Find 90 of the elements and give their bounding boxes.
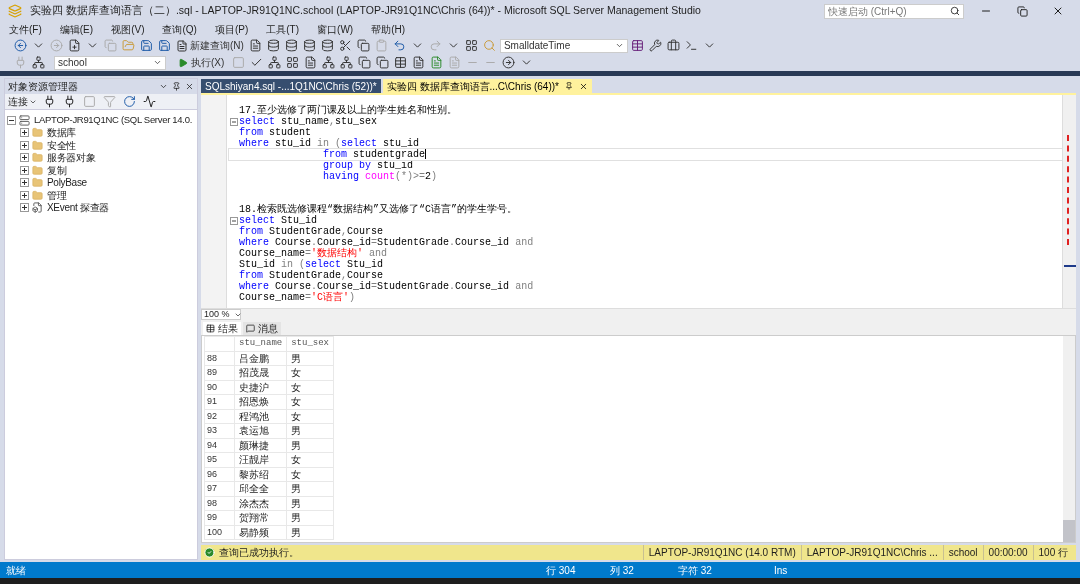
table-cell: 男 [286,510,334,525]
row-number: 95 [204,452,235,467]
table-cell: 女 [286,365,334,380]
table-cell: 男 [286,351,334,366]
status-message: 查询已成功执行。 [219,546,299,560]
menu-item[interactable]: 编辑(E) [54,22,99,37]
table-cell: 女 [286,409,334,424]
code-line: from student [239,127,312,138]
table-cell: 男 [286,481,334,496]
menu-item[interactable]: 项目(P) [209,22,254,37]
code-line: Stu_id in (select Stu_id [239,259,384,270]
row-number: 92 [204,409,235,424]
table-cell: 男 [286,438,334,453]
row-number: 88 [204,351,235,366]
row-number: 98 [204,496,235,511]
result-tab[interactable]: 消息 [243,322,281,335]
code-line: from StudentGrade,Course [239,226,384,237]
table-cell: 汪靓岸 [234,452,287,467]
table-cell: 女 [286,394,334,409]
code-line: select Stu_id [239,215,318,226]
database-dropdown[interactable]: school [54,55,166,70]
code-line: having count(*)>=2) [322,171,438,182]
table-cell: 颜琳捷 [234,438,287,453]
code-line: from StudentGrade,Course [239,270,384,281]
row-number: 94 [204,438,235,453]
comment-text: 17.至少选修了两门课及以上的学生姓名和性别。 [239,105,457,116]
type-dropdown[interactable]: SmalldateTime [499,38,628,53]
status-field: LAPTOP-JR91Q1NC\Chris ... [800,545,943,560]
table-cell: 男 [286,525,334,540]
menu-item[interactable]: 帮助(H) [366,22,411,37]
status-field: school [942,545,983,560]
table-cell: 男 [286,423,334,438]
table-cell: 男 [286,496,334,511]
code-line: where Course.Course_id=StudentGrade.Course_id and [239,281,534,292]
status-item: 列 32 [610,563,635,578]
result-tab[interactable]: 结果 [203,322,241,335]
row-number: 90 [204,380,235,395]
table-cell: 吕金鹏 [234,351,287,366]
execute-button[interactable]: 执行(X) [174,55,229,70]
panel-title: 对象资源管理器 [8,80,78,94]
table-cell: 邱全全 [234,481,287,496]
code-line: Course_name='数据结构' and [239,248,388,259]
table-cell: 程鸿池 [234,409,287,424]
menu-item[interactable]: 视图(V) [106,22,150,37]
menu-item[interactable]: 文件(F) [4,22,47,37]
editor-tab[interactable]: 实验四 数据库查询语言...C\Chris (64))* [382,79,592,93]
status-field: LAPTOP-JR91Q1NC (14.0 RTM) [642,545,801,560]
table-cell: 招茂晟 [234,365,287,380]
window-title: 实验四 数据库查询语言（二）.sql - LAPTOP-JR91Q1NC.school (LAPTOP-JR91Q1NC\Chris (64))* - Microsoft SQL Server Management Studio [30,3,701,19]
table-cell: 女 [286,380,334,395]
code-line: where Course.Course_id=StudentGrade.Course_id and [239,237,534,248]
menu-item[interactable]: 查询(Q) [157,22,202,37]
status-field: 00:00:00 [982,545,1033,560]
editor-tab[interactable]: SQLshiyan4.sql -...1Q1NC\Chris (52))* [201,79,381,93]
column-header: stu_name [234,336,287,351]
table-cell: 袁运旭 [234,423,287,438]
table-cell: 贺翔常 [234,510,287,525]
table-cell: 女 [286,452,334,467]
row-number: 99 [204,510,235,525]
status-item: Ins [774,563,789,578]
menu-item[interactable]: 工具(T) [261,22,305,37]
quick-launch-field[interactable]: 快速启动 (Ctrl+Q) [824,3,964,19]
column-header: stu_sex [286,336,334,351]
row-number: 93 [204,423,235,438]
table-cell: 招恩焕 [234,394,287,409]
row-number: 91 [204,394,235,409]
code-line: group by stu_id [322,160,414,171]
status-item: 字符 32 [678,563,713,578]
table-cell: 涂杰杰 [234,496,287,511]
status-field: 100 行 [1032,545,1073,560]
menu-item[interactable]: 窗口(W) [312,22,359,37]
table-cell: 史捷沪 [234,380,287,395]
tree-item[interactable]: XEvent 探查器 [47,200,110,216]
new-query-button[interactable]: 新建查询(N) [174,38,246,53]
table-cell: 易静频 [234,525,287,540]
table-cell: 黎苏绍 [234,467,287,482]
status-item: 行 304 [546,563,577,578]
code-line: Course_name='C语言') [239,292,356,303]
row-number: 97 [204,481,235,496]
row-number: 96 [204,467,235,482]
row-number: 89 [204,365,235,380]
code-line: select stu_name,stu_sex [239,116,378,127]
table-cell: 女 [286,467,334,482]
code-line: from studentgrade [322,149,427,160]
row-number: 100 [204,525,235,540]
comment-text: 18.检索既选修课程“数据结构”又选修了“C语言”的学生学号。 [239,204,517,215]
tree-item[interactable]: LAPTOP-JR91Q1NC (SQL Server 14.0. [34,113,192,128]
code-line: where stu_id in (select stu_id [239,138,420,149]
connect-button[interactable]: 连接 [8,94,37,109]
status-item: 就绪 [6,563,27,578]
